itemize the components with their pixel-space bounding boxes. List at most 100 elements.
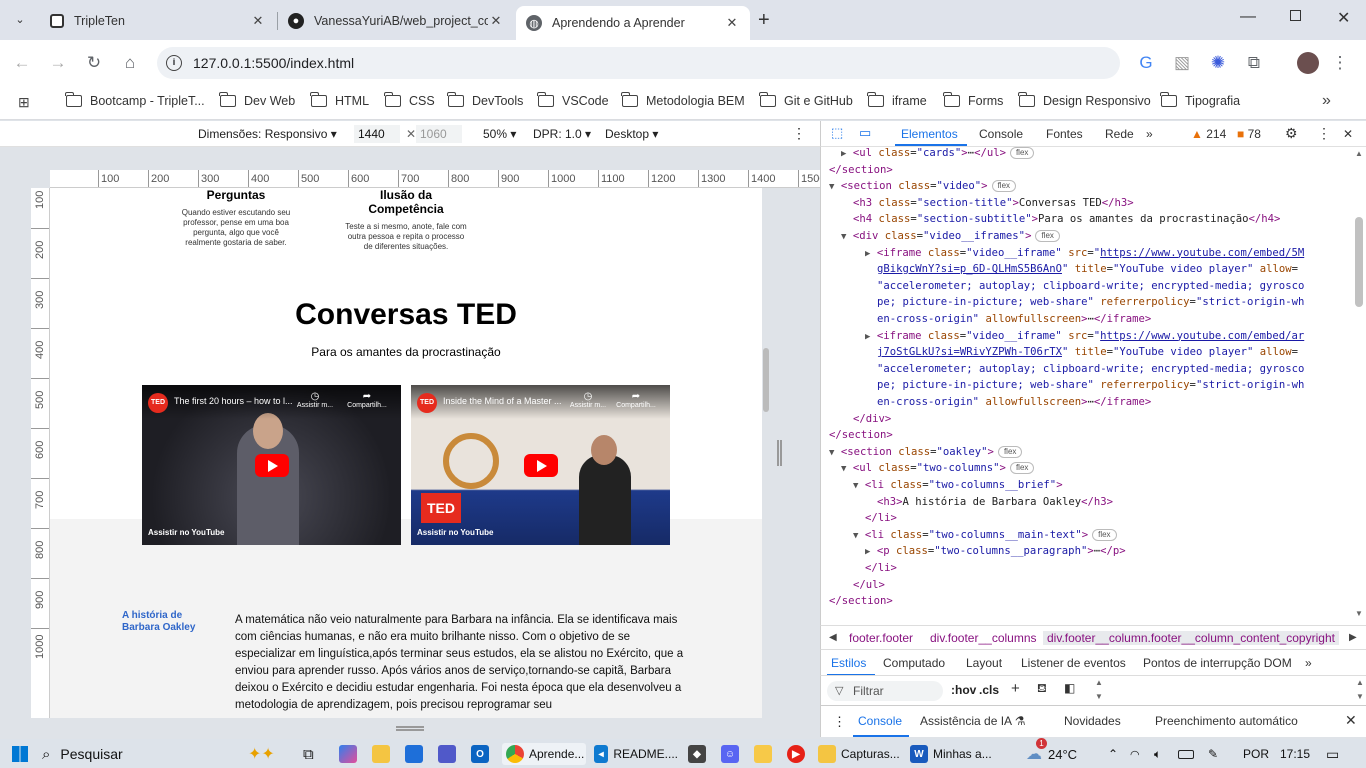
drawer-menu-icon[interactable]: ⋮ xyxy=(833,714,846,730)
drawer-tab-autofill[interactable]: Preenchimento automático xyxy=(1155,714,1298,728)
drawer-tab-novidades[interactable]: Novidades xyxy=(1064,714,1121,728)
dom-node-line[interactable]: ▶ <p class="two-columns__paragraph">⋯</p… xyxy=(865,543,1126,560)
scroll-up-arrow-icon[interactable]: ▲ xyxy=(1356,678,1364,687)
dom-node-line[interactable]: <h3>A história de Barbara Oakley</h3> xyxy=(877,494,1113,511)
bookmark-folder[interactable]: iframe xyxy=(867,92,927,108)
scroll-up-arrow-icon[interactable]: ▲ xyxy=(1355,149,1363,158)
share-button[interactable]: ➦ Compartilh... xyxy=(615,391,657,409)
extensions-puzzle-icon[interactable]: ⧉ xyxy=(1243,52,1265,74)
watch-later-button[interactable]: ◷ Assistir m... xyxy=(567,391,609,409)
expand-arrow-icon[interactable]: ▶ xyxy=(865,249,870,259)
dom-node-line[interactable]: en-cross-origin" allowfullscreen>⋯</ifra… xyxy=(877,311,1151,328)
windows-start-icon[interactable] xyxy=(12,746,28,762)
close-devtools-icon[interactable]: ✕ xyxy=(1343,127,1353,141)
play-button-icon[interactable] xyxy=(524,454,558,477)
flex-badge[interactable]: flex xyxy=(997,445,1023,458)
dom-node-line[interactable]: "accelerometer; autoplay; clipboard-writ… xyxy=(877,361,1304,378)
scrollbar-thumb[interactable] xyxy=(1355,217,1363,307)
play-button-icon[interactable] xyxy=(255,454,289,477)
dom-node-line[interactable]: ▶ <iframe class="video__iframe" src="htt… xyxy=(865,245,1304,262)
dom-node-line[interactable]: </li> xyxy=(865,510,897,527)
notifications-icon[interactable]: ▭ xyxy=(1326,743,1339,765)
restore-button[interactable] xyxy=(1290,10,1301,21)
menu-kebab-icon[interactable]: ⋮ xyxy=(1329,52,1351,74)
drawer-tab-console[interactable]: Console xyxy=(858,714,902,728)
bookmark-folder[interactable]: Design Responsivo xyxy=(1018,92,1151,108)
watch-later-button[interactable]: ◷ Assistir m... xyxy=(294,391,336,409)
bookmark-folder[interactable]: HTML xyxy=(310,92,369,108)
expand-arrow-icon[interactable]: ▶ xyxy=(865,547,870,557)
scroll-down-arrow-icon[interactable]: ▼ xyxy=(1356,692,1364,701)
dom-node-line[interactable]: ▼ <li class="two-columns__brief"> xyxy=(853,477,1063,494)
battery-icon[interactable] xyxy=(1178,743,1194,765)
tab-console[interactable]: Console xyxy=(979,127,1023,141)
translate-icon[interactable]: G xyxy=(1135,52,1157,74)
height-input[interactable]: 1060 xyxy=(416,125,462,143)
taskbar-word-app[interactable]: W Minhas a... xyxy=(910,743,996,765)
bookmark-folder[interactable]: VSCode xyxy=(537,92,609,108)
more-tabs-chevron-icon[interactable]: » xyxy=(1305,656,1312,670)
copilot-sparkle-icon[interactable]: ✦✦ xyxy=(248,743,275,765)
language-indicator[interactable]: POR xyxy=(1243,743,1269,765)
dom-node-line[interactable]: gBikgcWnY?si=p_6D-QLHmS5B6AnO" title="Yo… xyxy=(877,261,1298,278)
minimize-button[interactable]: — xyxy=(1240,8,1256,26)
dom-node-line[interactable]: </section> xyxy=(829,593,893,610)
expand-arrow-icon[interactable]: ▼ xyxy=(829,182,834,192)
tab-rede[interactable]: Rede xyxy=(1105,127,1134,141)
expand-arrow-icon[interactable]: ▼ xyxy=(829,448,834,458)
close-tab-icon[interactable]: ✕ xyxy=(488,13,504,29)
device-mode-dropdown[interactable]: Desktop ▾ xyxy=(605,127,658,141)
tab-search-button[interactable]: ⌄ xyxy=(10,10,30,30)
dom-node-line[interactable]: </section> xyxy=(829,427,893,444)
breadcrumb-item-active[interactable]: div.footer__column.footer__column_conten… xyxy=(1043,631,1339,645)
bookmark-folder[interactable]: Bootcamp - TripleT... xyxy=(65,92,205,108)
flex-badge[interactable]: flex xyxy=(1009,147,1035,159)
reload-icon[interactable]: ↻ xyxy=(83,52,105,74)
scroll-down-arrow-icon[interactable]: ▼ xyxy=(1095,692,1103,701)
tab-dom-breakpoints[interactable]: Pontos de interrupção DOM xyxy=(1143,656,1292,670)
more-bookmarks-chevron-icon[interactable]: » xyxy=(1322,92,1331,110)
drawer-tab-ai[interactable]: Assistência de IA ⚗ xyxy=(920,714,1026,728)
task-view-icon[interactable]: ⧉ xyxy=(303,743,314,765)
width-input[interactable]: 1440 xyxy=(354,125,400,143)
extension-icon[interactable]: ▧ xyxy=(1171,52,1193,74)
errors-count[interactable]: ■ 78 xyxy=(1237,127,1261,141)
dom-node-line[interactable]: ▼ <div class="video__iframes"> flex xyxy=(841,228,1060,245)
git-icon[interactable]: ◆ xyxy=(688,743,711,765)
filter-input[interactable]: ▽ Filtrar xyxy=(827,681,943,701)
video-title[interactable]: The first 20 hours – how to l... xyxy=(174,396,294,406)
dom-node-line[interactable]: <h3 class="section-title">Conversas TED<… xyxy=(853,195,1134,212)
watch-on-youtube[interactable]: Assistir no YouTube xyxy=(417,528,493,537)
show-hidden-icons-chevron-icon[interactable]: ⌃ xyxy=(1108,743,1118,765)
tab-fontes[interactable]: Fontes xyxy=(1046,127,1083,141)
tab-elementos[interactable]: Elementos xyxy=(901,127,958,141)
dom-node-line[interactable]: </div> xyxy=(853,411,891,428)
weather-widget[interactable]: ☁ 1 24°C xyxy=(1026,738,1077,765)
back-arrow-icon[interactable]: ← xyxy=(11,52,33,74)
scroll-up-arrow-icon[interactable]: ▲ xyxy=(1095,678,1103,687)
new-rule-plus-icon[interactable]: + xyxy=(1011,680,1020,697)
expand-arrow-icon[interactable]: ▶ xyxy=(865,332,870,342)
apps-grid-icon[interactable]: ⊞ xyxy=(18,94,30,111)
network-wifi-icon[interactable]: ◠ xyxy=(1130,743,1140,765)
video-iframe[interactable]: TED TED Inside the Mind of a Master ... … xyxy=(411,385,670,545)
breadcrumb-item[interactable]: footer.footer xyxy=(849,631,913,645)
page-viewport[interactable]: Perguntas Quando estiver escutando seu p… xyxy=(50,188,762,718)
flex-badge[interactable]: flex xyxy=(1035,230,1060,242)
flex-badge[interactable]: flex xyxy=(1009,462,1035,475)
close-tab-icon[interactable]: ✕ xyxy=(724,15,740,31)
taskbar-chrome-app[interactable]: Aprende... xyxy=(502,743,586,765)
dom-node-line[interactable]: j7oStGLkU?si=WRivYZPWh-T06rTX" title="Yo… xyxy=(877,344,1298,361)
tab-layout[interactable]: Layout xyxy=(966,656,1002,670)
teams-icon[interactable] xyxy=(438,743,461,765)
warnings-count[interactable]: ▲ 214 xyxy=(1191,127,1226,141)
video-iframe[interactable]: TED The first 20 hours – how to l... ◷ As… xyxy=(142,385,401,545)
site-info-icon[interactable]: i xyxy=(166,55,182,71)
scroll-down-arrow-icon[interactable]: ▼ xyxy=(1355,609,1363,618)
tab-computado[interactable]: Computado xyxy=(883,656,945,670)
breadcrumb-forward-icon[interactable]: ▶ xyxy=(1349,632,1357,643)
breadcrumb-back-icon[interactable]: ◀ xyxy=(829,632,837,643)
viewport-scrollbar-thumb[interactable] xyxy=(763,348,769,412)
outlook-icon[interactable]: O xyxy=(471,743,494,765)
dom-node-line[interactable]: ▼ <ul class="two-columns"> flex xyxy=(841,460,1035,477)
